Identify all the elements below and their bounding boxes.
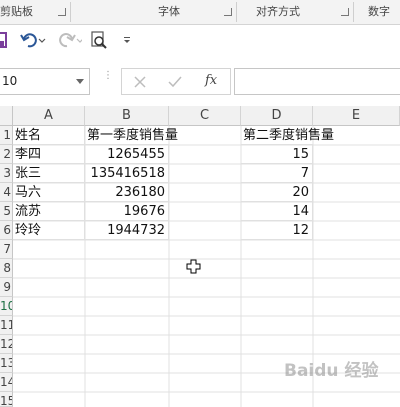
- ribbon-group-clipboard-label: 剪贴板: [0, 5, 33, 18]
- cell-d5[interactable]: 14: [241, 202, 313, 221]
- clipboard-dialog-launcher-icon[interactable]: [58, 8, 66, 16]
- cell-b5[interactable]: 19676: [85, 202, 169, 221]
- print-preview-button[interactable]: [89, 30, 109, 50]
- formula-buttons: fx: [121, 68, 231, 95]
- cancel-icon[interactable]: [134, 76, 146, 88]
- column-header-e[interactable]: E: [313, 106, 400, 126]
- column-header-d[interactable]: D: [241, 106, 313, 126]
- cell-d3[interactable]: 7: [241, 164, 313, 183]
- save-icon: [0, 32, 7, 48]
- ribbon-separator: [353, 2, 354, 22]
- cell-a5[interactable]: 流苏: [13, 202, 85, 221]
- cell-a1[interactable]: 姓名: [13, 126, 85, 145]
- ribbon-separator: [70, 2, 71, 22]
- cell-a3[interactable]: 张三: [13, 164, 85, 183]
- row-header[interactable]: 2: [0, 145, 13, 164]
- ribbon-group-bar: 剪贴板 字体 对齐方式 数字: [0, 0, 400, 25]
- column-header-b[interactable]: B: [85, 106, 169, 126]
- redo-button[interactable]: [54, 30, 82, 50]
- redo-icon: [59, 33, 82, 48]
- formula-bar-splitter[interactable]: ⋮: [103, 71, 113, 81]
- cell-d6[interactable]: 12: [241, 221, 313, 240]
- cell-d2[interactable]: 15: [241, 145, 313, 164]
- cell-a6[interactable]: 玲玲: [13, 221, 85, 240]
- row-header[interactable]: 14: [0, 373, 13, 392]
- row-header[interactable]: 7: [0, 240, 13, 259]
- row-header[interactable]: 1: [0, 126, 13, 145]
- enter-icon[interactable]: [168, 76, 182, 88]
- row-header[interactable]: 8: [0, 259, 13, 278]
- row-header[interactable]: 4: [0, 183, 13, 202]
- row-header[interactable]: 3: [0, 164, 13, 183]
- select-all-corner[interactable]: [0, 106, 13, 126]
- customize-qat-icon: [124, 37, 130, 43]
- watermark: Baidu 经验: [284, 361, 379, 381]
- formula-input[interactable]: [234, 68, 400, 95]
- function-icon[interactable]: fx: [205, 73, 217, 88]
- print-preview-icon: [91, 31, 107, 49]
- row-header-selected[interactable]: 10: [0, 297, 13, 316]
- row-header[interactable]: 13: [0, 354, 13, 373]
- quick-access-toolbar: [0, 25, 400, 56]
- cell-b2[interactable]: 1265455: [85, 145, 169, 164]
- ribbon-group-number-label: 数字: [368, 5, 390, 18]
- ribbon-separator: [236, 2, 237, 22]
- column-header-c[interactable]: C: [169, 106, 241, 126]
- undo-icon: [20, 33, 46, 48]
- cell-b6[interactable]: 1944732: [85, 221, 169, 240]
- row-header[interactable]: 12: [0, 335, 13, 354]
- row-header[interactable]: 6: [0, 221, 13, 240]
- cell-b3[interactable]: 135416518: [85, 164, 169, 183]
- cell-cursor-icon: [186, 259, 201, 274]
- ribbon-group-alignment-label: 对齐方式: [256, 5, 300, 18]
- row-header[interactable]: 11: [0, 316, 13, 335]
- cell-d1[interactable]: 第二季度销售量: [241, 126, 334, 145]
- alignment-dialog-launcher-icon[interactable]: [341, 8, 349, 16]
- row-header[interactable]: 15: [0, 392, 13, 407]
- save-button[interactable]: [0, 30, 8, 50]
- name-box-dropdown-icon[interactable]: [76, 79, 84, 84]
- font-dialog-launcher-icon[interactable]: [224, 8, 232, 16]
- customize-qat-button[interactable]: [121, 30, 133, 50]
- row-header[interactable]: 9: [0, 278, 13, 297]
- cell-b1[interactable]: 第一季度销售量: [85, 126, 178, 145]
- ribbon-group-font-label: 字体: [158, 5, 180, 18]
- cell-b4[interactable]: 236180: [85, 183, 169, 202]
- cell-d4[interactable]: 20: [241, 183, 313, 202]
- row-header[interactable]: 5: [0, 202, 13, 221]
- undo-button[interactable]: [20, 30, 46, 50]
- cell-a4[interactable]: 马六: [13, 183, 85, 202]
- column-header-a[interactable]: A: [13, 106, 85, 126]
- cell-a2[interactable]: 李四: [13, 145, 85, 164]
